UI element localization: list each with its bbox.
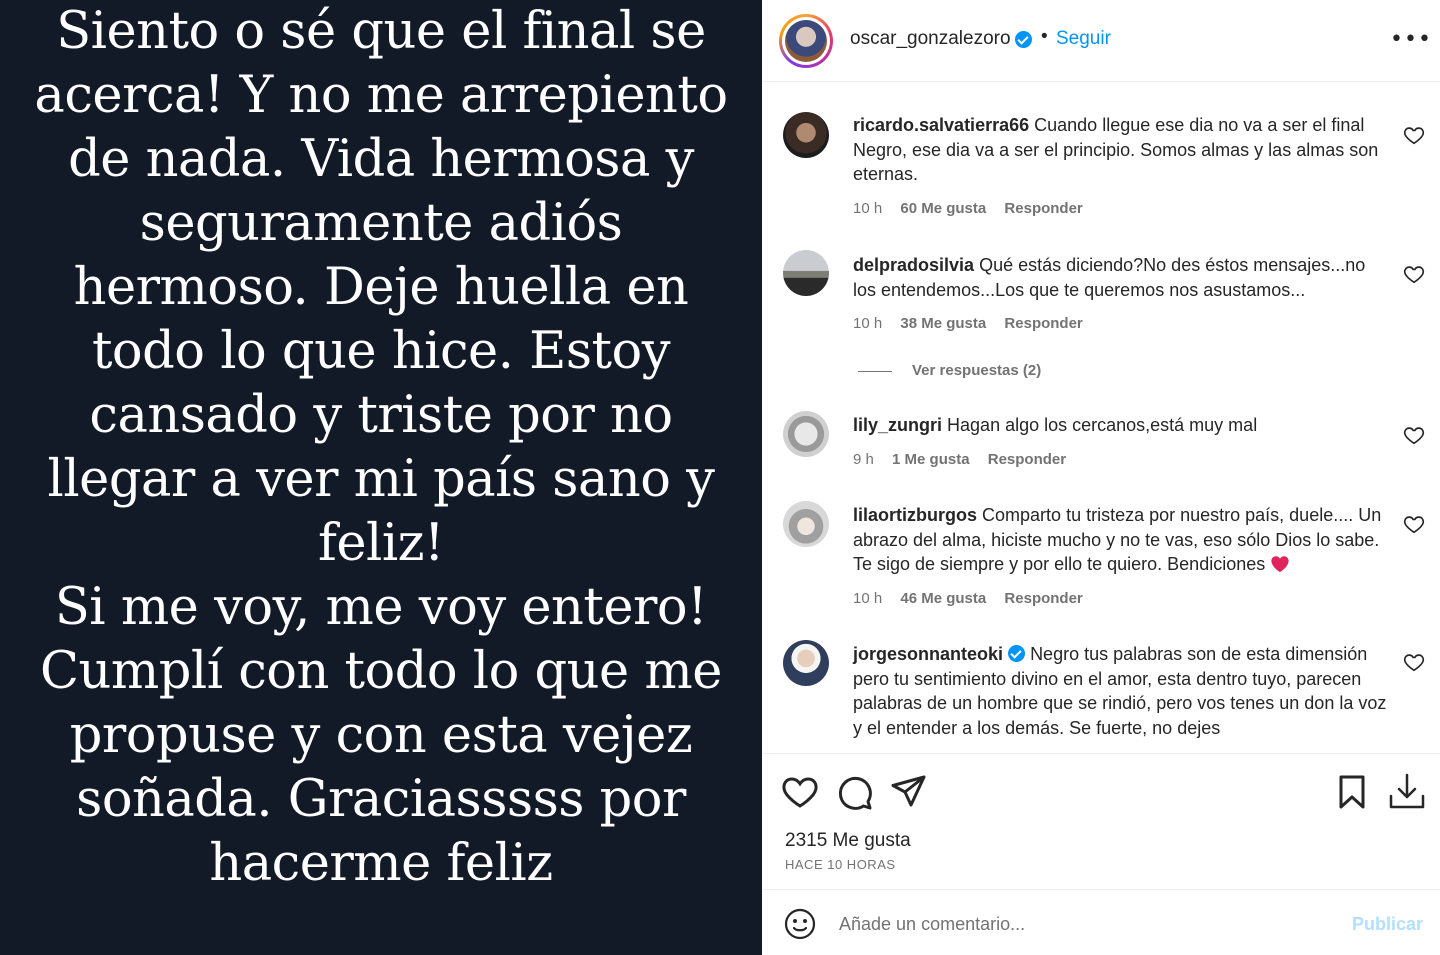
- comment-likes[interactable]: 38 Me gusta: [900, 315, 986, 332]
- post-actions: 2315 Me gusta HACE 10 HORAS: [762, 753, 1440, 890]
- post-sidebar: oscar_gonzalezoro • Seguir ••• ricardo.s…: [762, 0, 1440, 955]
- reply-button[interactable]: Responder: [988, 451, 1066, 468]
- post-text-line: hacerme feliz: [209, 834, 553, 893]
- commenter-username[interactable]: ricardo.salvatierra66: [853, 115, 1029, 135]
- comment-text: lilaortizburgos Comparto tu tristeza por…: [853, 503, 1389, 577]
- post-text-line: acerca! Y no me arrepiento: [34, 66, 728, 125]
- like-heart-icon[interactable]: [1403, 424, 1425, 446]
- post-text-line: seguramente adiós: [139, 194, 623, 253]
- commenter-avatar[interactable]: [783, 640, 829, 686]
- reply-button[interactable]: Responder: [1004, 590, 1082, 607]
- post-text-line: propuse y con esta vejez: [69, 706, 693, 765]
- commenter-avatar[interactable]: [783, 411, 829, 457]
- comment-body: Hagan algo los cercanos,está muy mal: [947, 415, 1258, 435]
- reply-button[interactable]: Responder: [1004, 315, 1082, 332]
- follow-button[interactable]: Seguir: [1056, 28, 1111, 50]
- header-separator: •: [1041, 26, 1048, 47]
- comment-text: lily_zungri Hagan algo los cercanos,está…: [853, 413, 1389, 438]
- comment-input[interactable]: [839, 906, 1339, 942]
- post-image: Siento o sé que el final se acerca! Y no…: [0, 0, 762, 955]
- comment-time: 10 h: [853, 315, 883, 332]
- publish-button[interactable]: Publicar: [1352, 914, 1423, 935]
- post-text-line: Si me voy, me voy entero!: [54, 578, 708, 637]
- comment-meta: 9 h 1 Me gusta Responder: [853, 451, 1080, 468]
- like-heart-icon[interactable]: [1403, 513, 1425, 535]
- likes-count[interactable]: 2315 Me gusta: [785, 830, 911, 852]
- comment-likes[interactable]: 46 Me gusta: [900, 590, 986, 607]
- commenter-username[interactable]: lilaortizburgos: [853, 505, 977, 525]
- commenter-avatar[interactable]: [783, 112, 829, 158]
- replies-divider: [858, 370, 892, 372]
- comment-icon[interactable]: [835, 772, 875, 812]
- verified-badge-icon: [1008, 645, 1026, 662]
- commenter-username[interactable]: delpradosilvia: [853, 255, 974, 275]
- commenter-avatar[interactable]: [783, 501, 829, 547]
- comment-text: ricardo.salvatierra66 Cuando llegue ese …: [853, 113, 1389, 187]
- comment-time: 10 h: [853, 200, 883, 217]
- comment-meta: 10 h 46 Me gusta Responder: [853, 590, 1097, 607]
- emoji-icon[interactable]: [784, 908, 816, 940]
- comment-meta: 10 h 60 Me gusta Responder: [853, 200, 1097, 217]
- commenter-avatar[interactable]: [783, 250, 829, 296]
- download-icon[interactable]: [1387, 772, 1427, 812]
- comment-meta: 10 h 38 Me gusta Responder: [853, 315, 1097, 332]
- view-replies-label: Ver respuestas (2): [912, 362, 1042, 379]
- post-header: oscar_gonzalezoro • Seguir •••: [762, 0, 1440, 82]
- comment-text: delpradosilvia Qué estás diciendo?No des…: [853, 253, 1389, 302]
- post-text-line: Siento o sé que el final se: [56, 2, 706, 61]
- post-text-line: hermoso. Deje huella en: [73, 258, 689, 317]
- heart-icon[interactable]: [780, 772, 820, 812]
- post-text-line: soñada. Graciasssss por: [76, 770, 686, 829]
- like-heart-icon[interactable]: [1403, 263, 1425, 285]
- bookmark-icon[interactable]: [1332, 772, 1372, 812]
- reply-button[interactable]: Responder: [1004, 200, 1082, 217]
- add-comment-bar: Publicar: [762, 890, 1440, 955]
- comment-likes[interactable]: 60 Me gusta: [900, 200, 986, 217]
- comment-likes[interactable]: 1 Me gusta: [892, 451, 970, 468]
- share-icon[interactable]: [889, 772, 929, 812]
- verified-badge-icon: [1015, 31, 1032, 48]
- post-text-line: feliz!: [317, 514, 445, 573]
- post-text-line: Cumplí con todo lo que me: [40, 642, 722, 701]
- post-text-line: cansado y triste por no: [89, 386, 673, 445]
- view-replies-button[interactable]: Ver respuestas (2): [858, 362, 1041, 379]
- post-text-line: llegar a ver mi país sano y: [47, 450, 715, 509]
- comment-time: 10 h: [853, 590, 883, 607]
- post-image-text: Siento o sé que el final se acerca! Y no…: [0, 0, 762, 896]
- author-avatar[interactable]: [779, 14, 833, 68]
- comment-time: 9 h: [853, 451, 874, 468]
- commenter-username[interactable]: jorgesonnanteoki: [853, 644, 1003, 664]
- more-options-icon[interactable]: •••: [1390, 29, 1431, 51]
- like-heart-icon[interactable]: [1403, 124, 1425, 146]
- comment-text: jorgesonnanteoki Negro tus palabras son …: [853, 642, 1389, 740]
- red-heart-icon: [1271, 556, 1289, 573]
- commenter-username[interactable]: lily_zungri: [853, 415, 942, 435]
- post-text-line: todo lo que hice. Estoy: [91, 322, 671, 381]
- post-text-line: de nada. Vida hermosa y: [68, 130, 694, 189]
- author-username[interactable]: oscar_gonzalezoro: [850, 28, 1011, 50]
- post-timestamp: HACE 10 HORAS: [785, 857, 896, 872]
- like-heart-icon[interactable]: [1403, 651, 1425, 673]
- comments-list[interactable]: ricardo.salvatierra66 Cuando llegue ese …: [762, 83, 1440, 753]
